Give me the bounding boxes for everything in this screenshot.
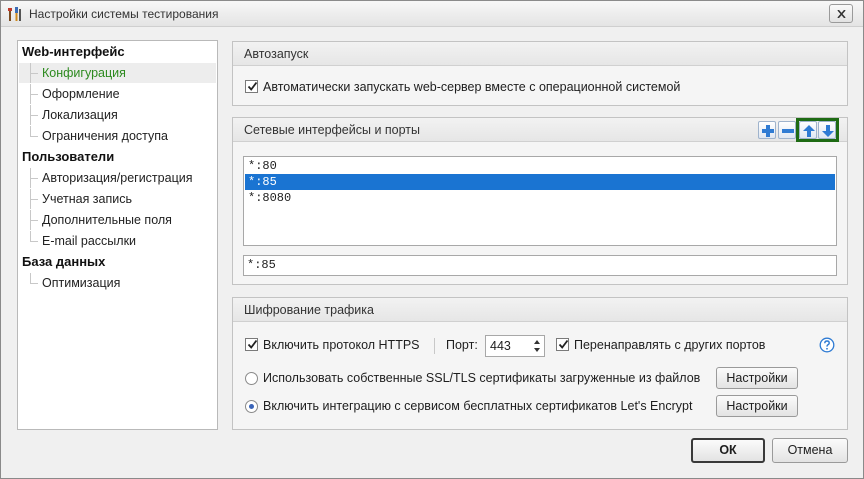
nav-item-label: Локализация: [42, 108, 118, 122]
https-checkbox[interactable]: [245, 338, 258, 351]
nav-category-database[interactable]: База данных: [22, 254, 105, 269]
letsencrypt-label[interactable]: Включить интеграцию с сервисом бесплатны…: [263, 399, 692, 413]
nav-item-email-mailing[interactable]: E-mail рассылки: [19, 231, 216, 251]
move-buttons-highlight: [796, 118, 839, 142]
port-value: 443: [490, 339, 511, 353]
panel-header: Автозапуск: [233, 42, 847, 66]
redirect-checkbox[interactable]: [556, 338, 569, 351]
port-spinbox[interactable]: 443: [485, 335, 545, 357]
network-interfaces-panel: Сетевые интерфейсы и порты *:80 *:85 *:8…: [232, 117, 848, 285]
nav-item-extra-fields[interactable]: Дополнительные поля: [19, 210, 216, 230]
add-icon: [762, 125, 774, 137]
nav-item-configuration[interactable]: Конфигурация: [19, 63, 216, 83]
checkmark-icon: [247, 81, 258, 91]
nav-item-label: Конфигурация: [42, 66, 126, 80]
panel-title: Шифрование трафика: [244, 303, 374, 317]
settings-nav-tree: Web-интерфейс Конфигурация Оформление Ло…: [17, 40, 218, 430]
list-item[interactable]: *:80: [245, 158, 835, 174]
nav-item-label: Ограничения доступа: [42, 129, 168, 143]
own-certificates-settings-button[interactable]: Настройки: [716, 367, 798, 389]
traffic-encryption-panel: Шифрование трафика Включить протокол HTT…: [232, 297, 848, 430]
panel-title: Автозапуск: [244, 47, 309, 61]
nav-item-access-restrictions[interactable]: Ограничения доступа: [19, 126, 216, 146]
checkmark-icon: [558, 339, 569, 349]
nav-item-label: E-mail рассылки: [42, 234, 137, 248]
letsencrypt-radio[interactable]: [245, 400, 258, 413]
autostart-panel: Автозапуск Автоматически запускать web-с…: [232, 41, 848, 106]
nav-item-auth-registration[interactable]: Авторизация/регистрация: [19, 168, 216, 188]
close-button[interactable]: [829, 4, 853, 23]
nav-item-label: Оптимизация: [42, 276, 121, 290]
settings-window: Настройки системы тестирования Web-интер…: [0, 0, 864, 479]
nav-item-label: Авторизация/регистрация: [42, 171, 193, 185]
nav-item-account[interactable]: Учетная запись: [19, 189, 216, 209]
checkmark-icon: [247, 339, 258, 349]
https-checkbox-label[interactable]: Включить протокол HTTPS: [263, 338, 420, 352]
panel-title: Сетевые интерфейсы и порты: [244, 123, 421, 137]
interfaces-listbox[interactable]: *:80 *:85 *:8080: [243, 156, 837, 246]
letsencrypt-settings-button[interactable]: Настройки: [716, 395, 798, 417]
nav-item-appearance[interactable]: Оформление: [19, 84, 216, 104]
cancel-button[interactable]: Отмена: [772, 438, 848, 463]
nav-item-optimization[interactable]: Оптимизация: [19, 273, 216, 293]
list-item[interactable]: *:8080: [245, 190, 835, 206]
remove-interface-button[interactable]: [778, 121, 796, 139]
add-interface-button[interactable]: [758, 121, 776, 139]
remove-icon: [782, 129, 794, 133]
nav-category-users[interactable]: Пользователи: [22, 149, 114, 164]
divider: [434, 338, 435, 354]
autostart-checkbox[interactable]: [245, 80, 258, 93]
panel-header: Шифрование трафика: [233, 298, 847, 322]
autostart-checkbox-label[interactable]: Автоматически запускать web-сервер вмест…: [263, 80, 680, 94]
panel-header: Сетевые интерфейсы и порты: [233, 118, 847, 142]
title-bar[interactable]: Настройки системы тестирования: [1, 1, 863, 27]
nav-item-localization[interactable]: Локализация: [19, 105, 216, 125]
own-certificates-label[interactable]: Использовать собственные SSL/TLS сертифи…: [263, 371, 700, 385]
own-certificates-radio[interactable]: [245, 372, 258, 385]
list-item[interactable]: *:85: [245, 174, 835, 190]
nav-category-web[interactable]: Web-интерфейс: [22, 44, 125, 59]
spin-arrows-icon[interactable]: [532, 338, 542, 354]
window-title: Настройки системы тестирования: [29, 7, 219, 21]
redirect-checkbox-label[interactable]: Перенаправлять с других портов: [574, 338, 765, 352]
nav-item-label: Оформление: [42, 87, 120, 101]
ok-button[interactable]: ОК: [691, 438, 765, 463]
tools-icon: [8, 7, 21, 21]
help-icon[interactable]: [819, 337, 835, 353]
interface-edit-field[interactable]: *:85: [243, 255, 837, 276]
port-label: Порт:: [446, 338, 478, 352]
close-icon: [837, 10, 846, 18]
nav-item-label: Дополнительные поля: [42, 213, 172, 227]
nav-item-label: Учетная запись: [42, 192, 133, 206]
